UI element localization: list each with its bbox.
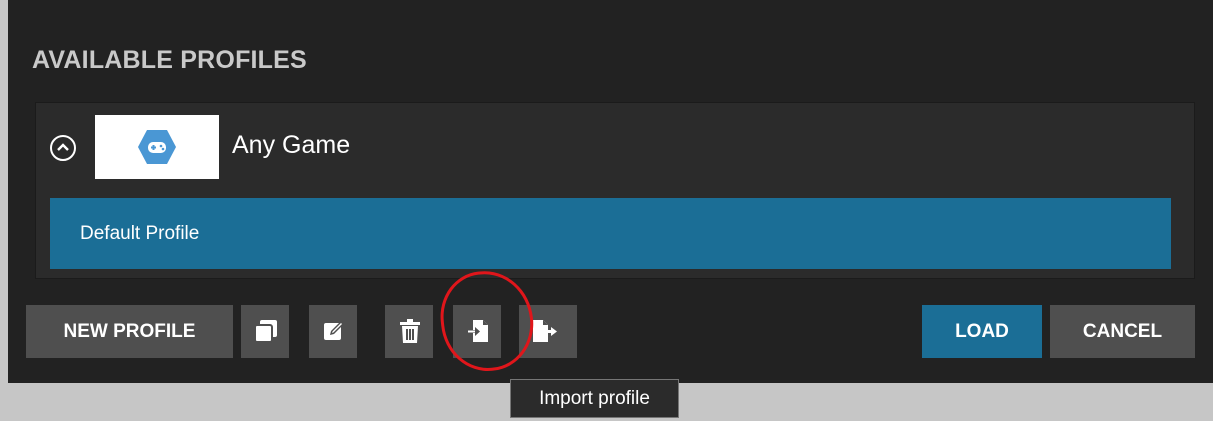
profile-list: Any Game Default Profile bbox=[35, 102, 1195, 279]
game-group-header[interactable]: Any Game bbox=[36, 103, 1194, 191]
import-profile-tooltip: Import profile bbox=[510, 379, 679, 418]
collapse-chevron-up-icon[interactable] bbox=[50, 135, 76, 161]
dialog-title: AVAILABLE PROFILES bbox=[32, 46, 307, 74]
game-name: Any Game bbox=[232, 131, 351, 159]
load-button[interactable]: LOAD bbox=[922, 305, 1042, 358]
delete-profile-button[interactable] bbox=[385, 305, 433, 358]
edit-profile-button[interactable] bbox=[309, 305, 357, 358]
duplicate-icon bbox=[254, 320, 277, 343]
delete-icon bbox=[400, 319, 420, 343]
export-icon bbox=[533, 320, 557, 342]
profile-name: Default Profile bbox=[80, 223, 200, 244]
new-profile-button[interactable]: NEW PROFILE bbox=[26, 305, 233, 358]
duplicate-profile-button[interactable] bbox=[241, 305, 289, 358]
cancel-button[interactable]: CANCEL bbox=[1050, 305, 1195, 358]
gamepad-hex-icon bbox=[138, 130, 176, 164]
edit-icon bbox=[324, 321, 344, 340]
game-thumbnail bbox=[95, 115, 219, 179]
profile-item-default[interactable]: Default Profile bbox=[50, 198, 1171, 269]
